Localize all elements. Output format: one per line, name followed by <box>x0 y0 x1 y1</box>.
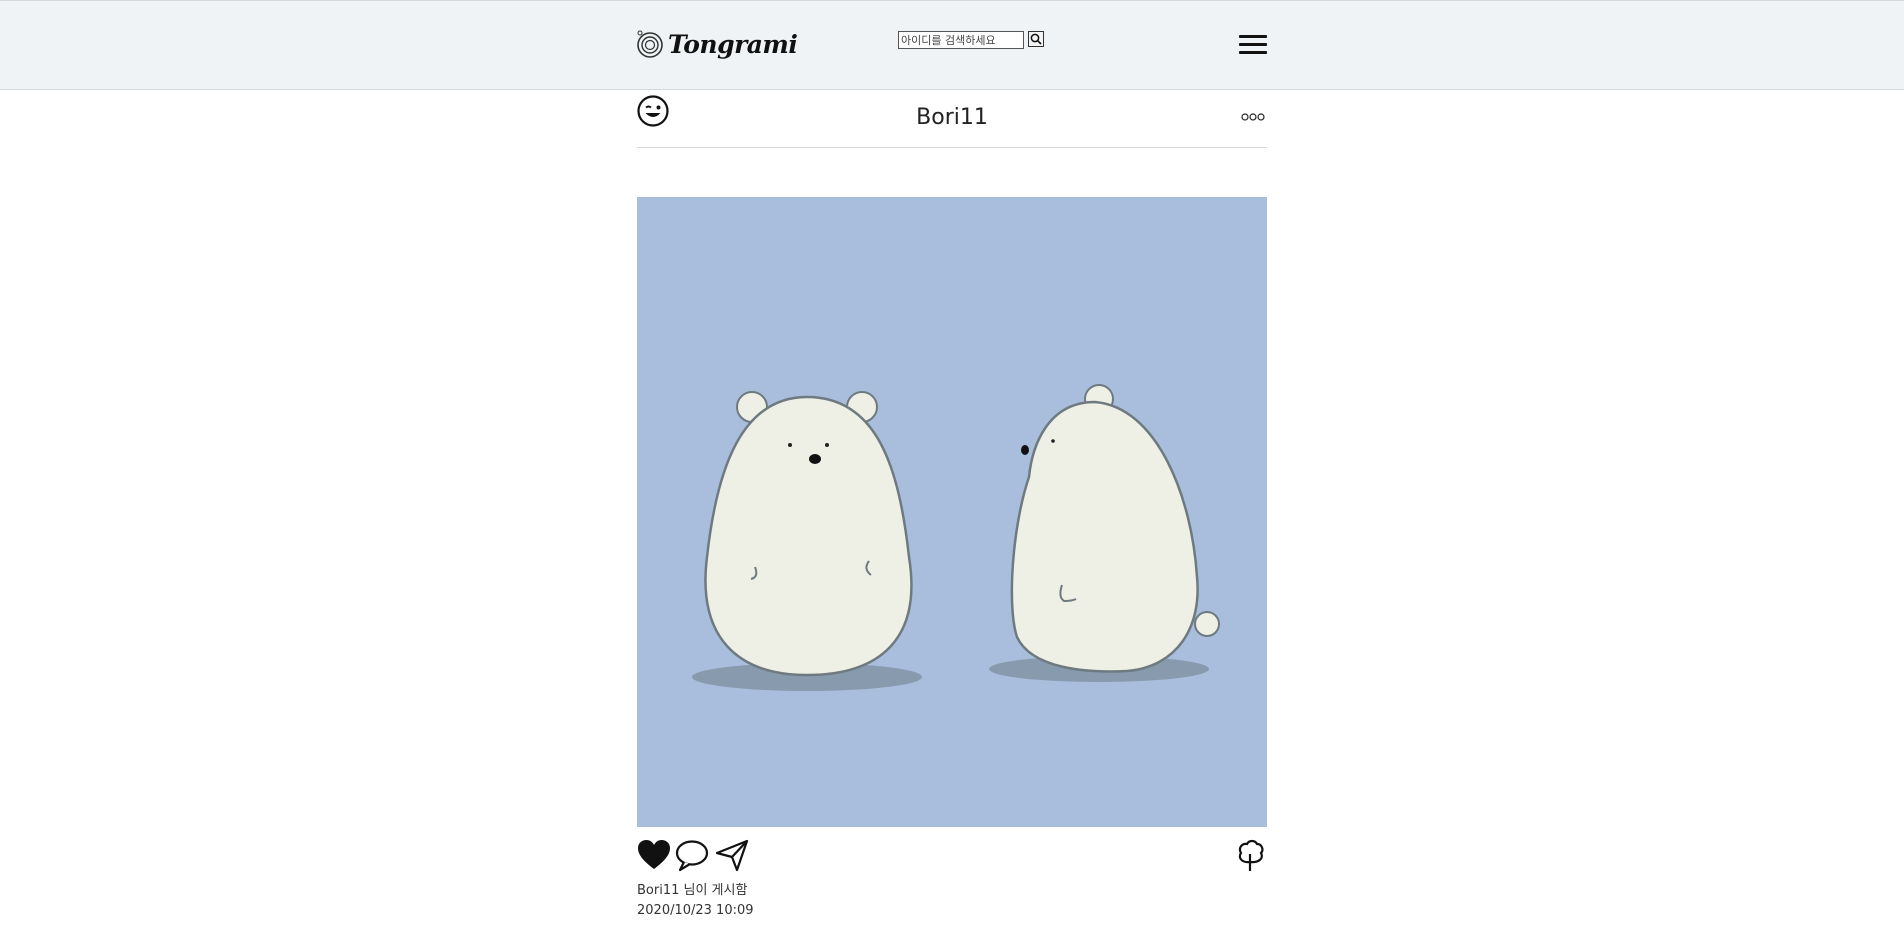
search-button[interactable] <box>1028 31 1044 47</box>
post-username[interactable]: Bori11 <box>637 105 1267 130</box>
comment-icon[interactable] <box>675 838 709 872</box>
more-dots-icon <box>1241 113 1265 121</box>
heart-icon[interactable] <box>637 838 671 872</box>
post-header: Bori11 <box>637 92 1267 148</box>
search-input[interactable] <box>898 31 1024 49</box>
hamburger-line <box>1239 51 1267 54</box>
share-icon[interactable] <box>715 838 749 872</box>
more-options-button[interactable] <box>1241 110 1265 124</box>
post-datetime: 2020/10/23 10:09 <box>637 903 754 918</box>
post-image[interactable] <box>637 197 1267 827</box>
polar-bears-image <box>637 197 1267 827</box>
hamburger-line <box>1239 43 1267 46</box>
post-actions <box>637 838 1267 874</box>
search-bar <box>898 31 1044 49</box>
tree-icon[interactable] <box>1233 838 1267 872</box>
top-navbar: Tongrami <box>0 0 1904 90</box>
search-icon <box>1030 33 1042 45</box>
hamburger-menu-icon <box>1239 35 1267 38</box>
brand-name: Tongrami <box>668 29 798 59</box>
camera-lens-icon <box>637 30 663 58</box>
hamburger-menu-button[interactable] <box>1239 35 1267 57</box>
logo[interactable]: Tongrami <box>636 29 798 59</box>
post-caption: Bori11 님이 게시함 <box>637 883 748 898</box>
